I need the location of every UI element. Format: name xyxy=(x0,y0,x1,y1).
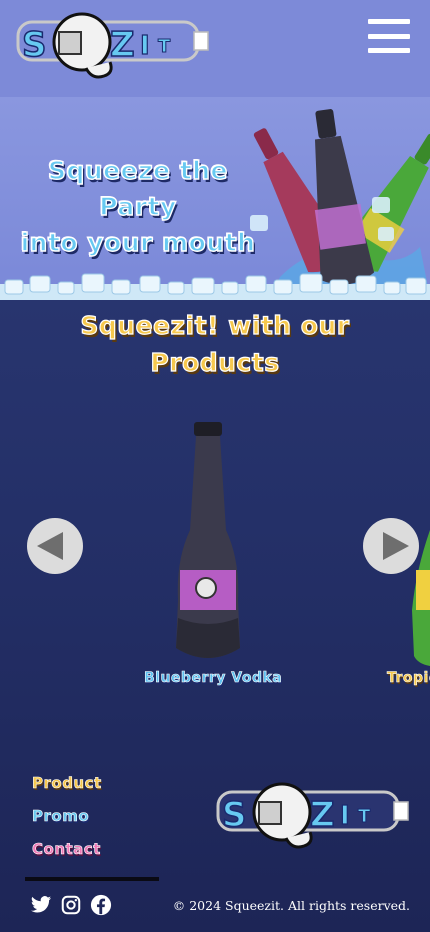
svg-text:T: T xyxy=(158,36,171,57)
arrow-left-icon[interactable] xyxy=(27,518,83,574)
hamburger-menu-icon[interactable] xyxy=(368,19,410,53)
svg-text:Z: Z xyxy=(310,795,335,835)
hero-banner: Squeeze the Party into your mouth xyxy=(0,97,430,300)
product-image-tropic[interactable] xyxy=(410,470,430,666)
hero-title-line2: into your mouth xyxy=(20,227,256,257)
facebook-icon[interactable] xyxy=(90,894,112,916)
svg-text:T: T xyxy=(358,806,371,827)
menu-bar xyxy=(368,19,410,24)
menu-bar xyxy=(368,33,410,39)
footer-link-contact[interactable]: Contact xyxy=(32,840,101,859)
svg-text:I: I xyxy=(340,801,350,831)
site-header: S Z I T xyxy=(0,0,430,97)
products-title-line1: Squeezit! with our xyxy=(80,310,350,340)
hero-title: Squeeze the Party into your mouth xyxy=(18,153,258,261)
svg-text:Z: Z xyxy=(110,25,135,65)
footer-link-promo[interactable]: Promo xyxy=(32,807,89,826)
instagram-icon[interactable] xyxy=(60,894,82,916)
footer-divider xyxy=(25,877,159,881)
copyright-text: © 2024 Squeezit. All rights reserved. xyxy=(172,898,410,913)
product-label-blueberry-vodka[interactable]: Blueberry Vodka xyxy=(144,670,282,687)
footer-link-product[interactable]: Product xyxy=(32,774,102,793)
products-title-line2: Products xyxy=(150,347,280,377)
header-logo[interactable]: S Z I T xyxy=(14,8,210,82)
twitter-icon[interactable] xyxy=(30,894,52,916)
menu-bar xyxy=(368,48,410,53)
svg-text:S: S xyxy=(22,25,47,65)
svg-text:I: I xyxy=(140,31,150,61)
svg-text:S: S xyxy=(222,795,247,835)
product-image-blueberry-vodka[interactable] xyxy=(170,420,246,666)
products-title: Squeezit! with our Products xyxy=(60,307,370,381)
products-section: Squeezit! with our Products Blueberry Vo… xyxy=(0,300,430,932)
product-label-tropic[interactable]: Tropic xyxy=(387,670,430,687)
ice-cubes-decoration xyxy=(0,273,430,300)
footer-logo[interactable]: S Z I T xyxy=(214,778,410,852)
hero-title-line1: Squeeze the Party xyxy=(47,155,229,221)
